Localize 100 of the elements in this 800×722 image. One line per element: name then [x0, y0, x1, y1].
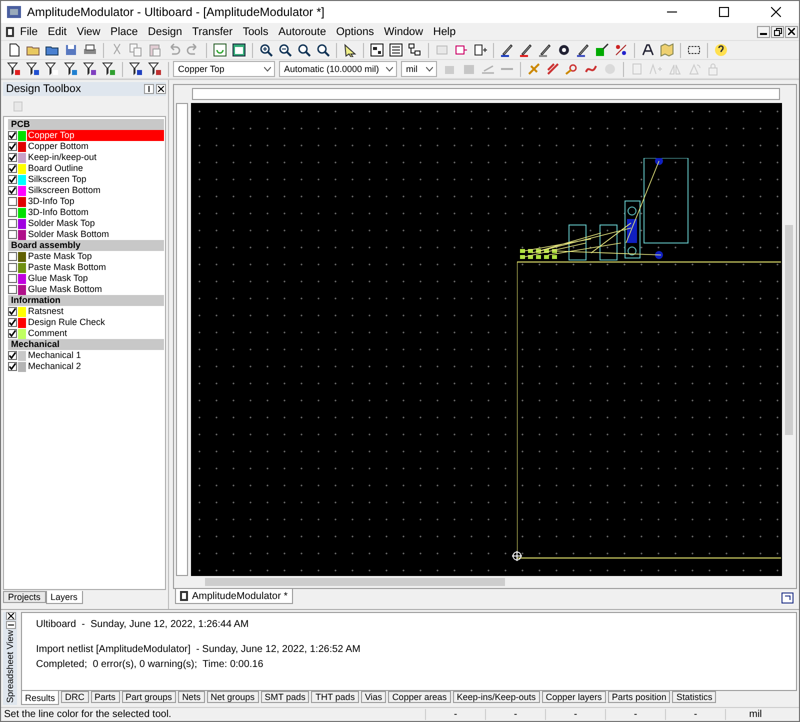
layer-color-swatch[interactable]	[18, 350, 26, 360]
layer-checkbox[interactable]	[8, 318, 17, 327]
layer-name[interactable]: 3D-Info Top	[27, 196, 164, 207]
layer-color-swatch[interactable]	[18, 142, 26, 152]
layer-name[interactable]: Silkscreen Top	[27, 174, 164, 185]
layer-checkbox[interactable]	[8, 219, 17, 228]
filter-icon[interactable]	[81, 60, 99, 78]
layer-checkbox[interactable]	[8, 197, 17, 206]
sheet-tab[interactable]: DRC	[61, 691, 89, 703]
layer-name[interactable]: 3D-Info Bottom	[27, 207, 164, 218]
pin-button[interactable]	[144, 84, 154, 94]
menu-item[interactable]: Autoroute	[273, 22, 332, 40]
layer-name[interactable]: Paste Mask Bottom	[27, 262, 164, 273]
layer-color-swatch[interactable]	[18, 174, 26, 184]
layer-name[interactable]: Solder Mask Top	[27, 218, 164, 229]
layer-name[interactable]: Glue Mask Top	[27, 273, 164, 284]
filter-icon[interactable]	[24, 60, 42, 78]
sheet-tab[interactable]: Copper areas	[388, 691, 451, 703]
layer-checkbox[interactable]	[8, 208, 17, 217]
layer-name[interactable]: Board Outline	[27, 163, 164, 174]
layer-color-swatch[interactable]	[18, 164, 26, 174]
pin-button[interactable]	[6, 621, 16, 630]
filter-icon[interactable]	[62, 60, 80, 78]
layer-color-swatch[interactable]	[18, 318, 26, 328]
document-tab[interactable]: AmplitudeModulator *	[175, 589, 293, 604]
layer-name[interactable]: Silkscreen Bottom	[27, 185, 164, 196]
window-icon[interactable]	[230, 42, 248, 58]
help-icon[interactable]	[712, 42, 730, 58]
layer-checkbox[interactable]	[8, 164, 17, 173]
sheet-tab[interactable]: Statistics	[672, 691, 716, 703]
layer-color-swatch[interactable]	[18, 230, 26, 240]
panel-tab[interactable]: Layers	[46, 591, 83, 604]
unit-dropdown[interactable]: mil	[401, 61, 437, 77]
layer-checkbox[interactable]	[8, 274, 17, 283]
layer-color-swatch[interactable]	[18, 186, 26, 196]
menu-item[interactable]: Window	[379, 22, 428, 40]
sheet-tab[interactable]: Nets	[178, 691, 205, 703]
layer-name[interactable]: Paste Mask Top	[27, 251, 164, 262]
layer-name[interactable]: Solder Mask Bottom	[27, 229, 164, 240]
menu-item[interactable]: Help	[428, 22, 461, 40]
menu-item[interactable]: Place	[105, 22, 143, 40]
layer-color-swatch[interactable]	[18, 208, 26, 218]
layer-name[interactable]: Mechanical 2	[27, 361, 164, 372]
sheet-tab[interactable]: THT pads	[311, 691, 359, 703]
panel-tab[interactable]: Projects	[3, 591, 46, 603]
layer-name[interactable]: Glue Mask Bottom	[27, 284, 164, 295]
document-icon[interactable]	[5, 26, 15, 38]
layer-name[interactable]: Copper Bottom	[27, 141, 164, 152]
copper-area-icon[interactable]	[593, 42, 611, 58]
layer-color-swatch[interactable]	[18, 130, 26, 140]
restore-button[interactable]	[771, 26, 784, 38]
refresh-icon[interactable]	[211, 42, 229, 58]
sheet-tab[interactable]: Copper layers	[542, 691, 606, 703]
layer-checkbox[interactable]	[8, 252, 17, 261]
layer-name[interactable]: Copper Top	[27, 130, 164, 141]
menu-item[interactable]: Tools	[238, 22, 274, 40]
layer-color-swatch[interactable]	[18, 306, 26, 316]
layer-color-swatch[interactable]	[18, 328, 26, 338]
filter-icon[interactable]	[127, 60, 145, 78]
layer-color-swatch[interactable]	[18, 196, 26, 206]
sheet-tab[interactable]: Part groups	[122, 691, 176, 703]
layer-checkbox[interactable]	[8, 307, 17, 316]
menu-item[interactable]: Edit	[42, 22, 72, 40]
menu-item[interactable]: Design	[142, 22, 188, 40]
layer-checkbox[interactable]	[8, 285, 17, 294]
layer-checkbox[interactable]	[8, 230, 17, 239]
layer-name[interactable]: Design Rule Check	[27, 317, 164, 328]
layer-checkbox[interactable]	[8, 142, 17, 151]
layer-checkbox[interactable]	[8, 153, 17, 162]
grid-view-icon[interactable]	[368, 42, 386, 58]
layer-checkbox[interactable]	[8, 186, 17, 195]
menu-item[interactable]: File	[15, 22, 43, 40]
layer-checkbox[interactable]	[8, 351, 17, 360]
layer-checkbox[interactable]	[8, 329, 17, 338]
sheet-tab[interactable]: Parts position	[608, 691, 670, 703]
sheet-tab[interactable]: Net groups	[206, 691, 259, 703]
filter-icon[interactable]	[100, 60, 118, 78]
menu-item[interactable]: Transfer	[187, 22, 238, 40]
layer-checkbox[interactable]	[8, 131, 17, 140]
sheet-tab[interactable]: Vias	[360, 691, 386, 703]
layer-checkbox[interactable]	[8, 263, 17, 272]
layer-name[interactable]: Comment	[27, 328, 164, 339]
sheet-tab[interactable]: Results	[21, 691, 60, 705]
layer-color-swatch[interactable]	[18, 218, 26, 228]
filter-icon[interactable]	[43, 60, 61, 78]
layer-color-swatch[interactable]	[18, 284, 26, 294]
minimize-button[interactable]	[757, 26, 770, 38]
layer-color-swatch[interactable]	[18, 152, 26, 162]
layer-color-swatch[interactable]	[18, 362, 26, 372]
menu-item[interactable]: View	[72, 22, 106, 40]
layer-dropdown[interactable]: Copper Top	[173, 61, 275, 77]
close-button[interactable]	[6, 612, 16, 620]
layer-checkbox[interactable]	[8, 175, 17, 184]
layer-color-swatch[interactable]	[18, 252, 26, 262]
menu-item[interactable]: Options	[331, 22, 379, 40]
close-button[interactable]	[156, 84, 166, 94]
layer-color-swatch[interactable]	[18, 262, 26, 272]
sheet-tab[interactable]: Keep-ins/Keep-outs	[452, 691, 540, 703]
layer-name[interactable]: Ratsnest	[27, 306, 164, 317]
layer-name[interactable]: Keep-in/keep-out	[27, 152, 164, 163]
